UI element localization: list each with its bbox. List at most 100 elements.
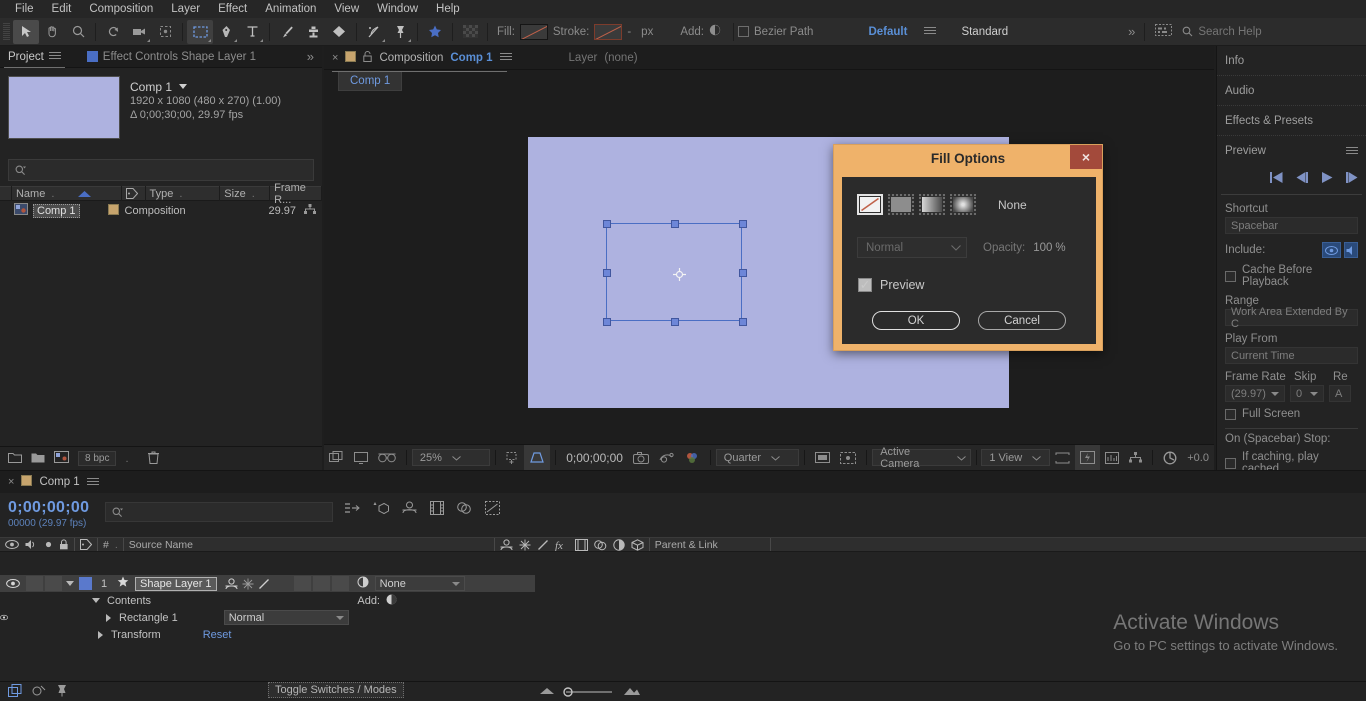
list-item-transform[interactable]: Transform Reset [0, 626, 535, 643]
fill-preview-row[interactable]: ✓ Preview [842, 258, 1096, 292]
menu-item-effect[interactable]: Effect [209, 0, 256, 18]
transform-expand-triangle[interactable] [98, 631, 103, 639]
first-frame-button[interactable] [1270, 172, 1283, 186]
hide-shy-layers-icon[interactable] [402, 501, 417, 519]
handle-top-center[interactable] [671, 220, 679, 228]
timeline-search-input[interactable] [127, 506, 317, 518]
handle-bottom-right[interactable] [739, 318, 747, 326]
workspace-overflow-icon[interactable]: » [1128, 24, 1135, 39]
eraser-tool[interactable] [326, 20, 352, 44]
layer-switches[interactable] [225, 578, 270, 590]
tab-project[interactable]: Project [0, 46, 69, 68]
ok-button[interactable]: OK [872, 311, 960, 330]
pan-behind-anchor-tool[interactable] [152, 20, 178, 44]
workspace-standard[interactable]: Standard [961, 26, 1008, 38]
column-label-icon[interactable] [122, 186, 146, 201]
fill-type-linear-gradient[interactable] [919, 194, 945, 215]
exposure-value[interactable]: +0.0 [1182, 445, 1214, 471]
include-video-icon[interactable] [1322, 242, 1341, 258]
if-caching-checkbox[interactable] [1225, 458, 1236, 469]
range-select[interactable]: Work Area Extended By C [1225, 309, 1358, 326]
column-size[interactable]: Size . [220, 186, 270, 201]
always-preview-icon[interactable] [324, 445, 349, 471]
column-name[interactable]: Name . [12, 186, 122, 201]
fill-type-solid[interactable] [888, 194, 914, 215]
selection-tool[interactable] [13, 20, 39, 44]
clone-stamp-tool[interactable] [300, 20, 326, 44]
brush-tool[interactable] [274, 20, 300, 44]
project-tabs-overflow[interactable]: » [307, 49, 322, 64]
new-folder-icon-2[interactable] [31, 451, 45, 466]
play-from-select[interactable]: Current Time [1225, 347, 1358, 364]
timeline-search-box[interactable] [105, 502, 333, 522]
main-viewer-icon[interactable] [349, 445, 373, 471]
fill-options-title-bar[interactable]: Fill Options × [834, 145, 1102, 171]
show-channel-icon[interactable] [680, 445, 705, 471]
layer-audio-toggle[interactable] [26, 576, 43, 591]
graph-editor-icon[interactable] [485, 501, 500, 519]
layer-adjustment-icon[interactable] [357, 576, 369, 591]
search-keyboard-icon[interactable] [1155, 24, 1172, 39]
rectangle-video-toggle[interactable] [0, 613, 8, 622]
handle-top-left[interactable] [603, 220, 611, 228]
source-name-column-header[interactable]: Source Name [124, 537, 494, 552]
fast-previews-icon[interactable] [810, 445, 835, 471]
comp-name-dropdown-icon[interactable] [179, 78, 187, 92]
toggle-transparency-grid-icon[interactable] [524, 445, 550, 471]
resolution-select-preview[interactable]: A [1329, 385, 1351, 402]
composition-panel-menu-icon[interactable] [500, 53, 512, 62]
take-snapshot-icon[interactable] [628, 445, 654, 471]
project-search-box[interactable] [8, 159, 314, 181]
stroke-width-value[interactable]: - [627, 26, 631, 38]
exposure-reset-icon[interactable] [1158, 445, 1182, 471]
full-screen-row[interactable]: Full Screen [1225, 408, 1358, 420]
list-item[interactable]: 1 Shape Layer 1 Non [0, 575, 535, 592]
menu-item-help[interactable]: Help [427, 0, 469, 18]
transparency-grid-icon[interactable] [457, 20, 483, 44]
panel-effects-presets[interactable]: Effects & Presets [1217, 106, 1366, 136]
timecode-display[interactable]: 0;00;00;00 00000 (29.97 fps) [0, 493, 89, 529]
composition-flowchart-icon[interactable] [1124, 445, 1147, 471]
frame-blending-icon[interactable] [430, 501, 444, 519]
bezier-path-checkbox[interactable] [738, 26, 749, 37]
layer-solo-toggle[interactable] [45, 576, 62, 591]
project-row-hierarchy-icon[interactable] [304, 204, 316, 218]
add-menu-icon[interactable] [709, 24, 721, 39]
sort-ascending-icon[interactable] [78, 188, 91, 200]
fill-type-radial-gradient[interactable] [950, 194, 976, 215]
handle-middle-left[interactable] [603, 269, 611, 277]
new-composition-icon[interactable] [54, 451, 69, 466]
add-property-icon[interactable] [386, 594, 397, 608]
close-icon[interactable]: × [1070, 145, 1102, 169]
layer-expand-triangle[interactable] [66, 581, 74, 586]
layer-name[interactable]: Shape Layer 1 [135, 577, 217, 591]
project-panel-menu-icon[interactable] [49, 52, 61, 61]
frame-rate-select[interactable]: (29.97) [1225, 385, 1285, 402]
zoom-tool[interactable] [65, 20, 91, 44]
bit-depth-button[interactable]: 8 bpc [78, 451, 116, 466]
layer-label-color[interactable] [79, 577, 92, 590]
handle-top-right[interactable] [739, 220, 747, 228]
preview-panel-menu-icon[interactable] [1346, 147, 1358, 156]
anchor-point-icon[interactable] [673, 268, 686, 281]
menu-item-edit[interactable]: Edit [43, 0, 81, 18]
delete-icon[interactable] [148, 451, 159, 467]
workspace-default[interactable]: Default [868, 26, 907, 38]
camera-tool[interactable] [126, 20, 152, 44]
list-item-rectangle[interactable]: Rectangle 1 Normal [0, 609, 535, 626]
timeline-link-icon[interactable] [835, 445, 861, 471]
layer-switch-slot-1[interactable] [294, 576, 311, 591]
label-column-header[interactable] [75, 537, 97, 552]
motion-blur-icon[interactable] [457, 501, 472, 519]
handle-bottom-center[interactable] [671, 318, 679, 326]
fast-preview-toggle-icon[interactable] [1075, 445, 1100, 471]
comp-thumbnail[interactable] [8, 76, 120, 139]
index-column-header[interactable]: # . [98, 537, 123, 552]
handle-bottom-left[interactable] [603, 318, 611, 326]
resolution-select[interactable]: Quarter [716, 449, 800, 466]
tab-effect-controls[interactable]: Effect Controls Shape Layer 1 [69, 46, 264, 68]
layer-tab-label[interactable]: Layer [569, 52, 598, 64]
current-timecode[interactable]: 0;00;00;00 [561, 445, 628, 471]
puppet-pin-tool[interactable] [387, 20, 413, 44]
draft-3d-icon[interactable] [373, 501, 389, 519]
